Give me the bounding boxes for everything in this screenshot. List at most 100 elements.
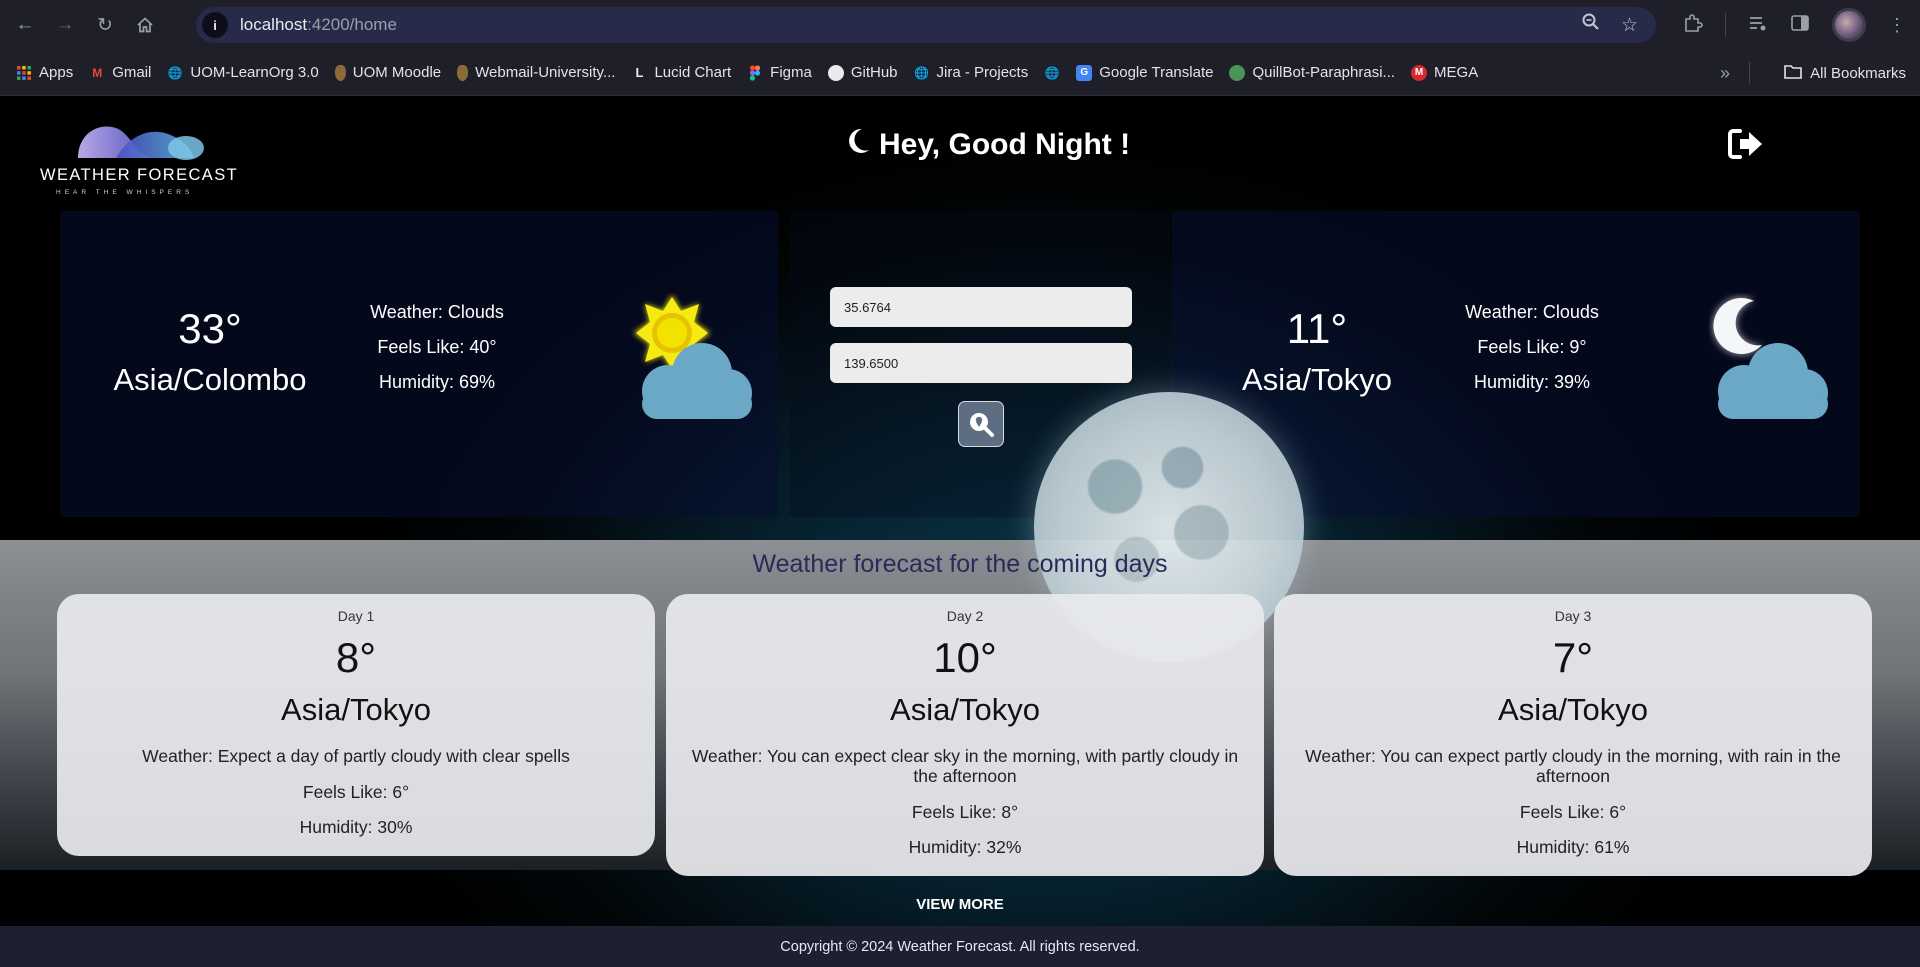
url-host: localhost bbox=[240, 15, 308, 34]
app-logo[interactable]: WEATHER FORECAST HEAR THE WHISPERS bbox=[36, 114, 239, 200]
divider bbox=[1749, 62, 1750, 84]
humidity-text: Humidity: 39% bbox=[1473, 372, 1591, 392]
bookmark-label: MEGA bbox=[1434, 64, 1479, 81]
forecast-feels-like: Feels Like: 8° bbox=[911, 802, 1019, 822]
forecast-humidity: Humidity: 30% bbox=[299, 817, 413, 837]
translate-icon: G bbox=[1076, 64, 1093, 81]
all-bookmarks-button[interactable]: All Bookmarks bbox=[1784, 50, 1906, 96]
forecast-temp: 10° bbox=[933, 634, 997, 681]
bookmark-webmail[interactable]: Webmail-University... bbox=[457, 64, 615, 81]
current-temp: 11° bbox=[1286, 305, 1348, 352]
weather-text: Weather: Clouds bbox=[1465, 302, 1599, 322]
bookmark-gmail[interactable]: M Gmail bbox=[89, 64, 151, 81]
bookmark-quillbot[interactable]: QuillBot-Paraphrasi... bbox=[1229, 64, 1395, 81]
bookmark-label: Lucid Chart bbox=[654, 64, 732, 81]
globe-icon: 🌐 bbox=[914, 65, 929, 80]
feels-like-text: Feels Like: 40° bbox=[377, 337, 497, 357]
bookmark-github[interactable]: GitHub bbox=[827, 64, 898, 81]
bookmark-apps[interactable]: Apps bbox=[16, 64, 73, 81]
forecast-city: Asia/Tokyo bbox=[1498, 692, 1648, 727]
logo-waves-icon bbox=[78, 126, 204, 160]
moon-cloud-icon bbox=[1713, 298, 1828, 419]
bookmark-google-translate[interactable]: G Google Translate bbox=[1076, 64, 1213, 81]
all-bookmarks-label: All Bookmarks bbox=[1810, 64, 1906, 82]
weather-text: Weather: Clouds bbox=[370, 302, 504, 322]
bookmark-label: UOM Moodle bbox=[352, 64, 442, 81]
bookmark-mega[interactable]: M MEGA bbox=[1411, 64, 1478, 81]
forecast-card: Day 2 10° Asia/Tokyo Weather: You can ex… bbox=[666, 594, 1264, 876]
current-city: Asia/Colombo bbox=[113, 362, 307, 397]
forecast-humidity: Humidity: 32% bbox=[908, 837, 1022, 857]
mega-icon: M bbox=[1411, 64, 1428, 81]
forecast-day: Day 2 bbox=[946, 608, 984, 624]
forecast-city: Asia/Tokyo bbox=[890, 692, 1040, 727]
sun-cloud-icon bbox=[634, 295, 752, 419]
bookmark-uom-moodle[interactable]: UOM Moodle bbox=[334, 64, 442, 81]
bookmark-unnamed[interactable]: 🌐 bbox=[1044, 65, 1060, 81]
bookmark-label: UOM-LearnOrg 3.0 bbox=[190, 64, 319, 81]
bookmark-label: Jira - Projects bbox=[936, 64, 1029, 81]
forecast-day: Day 3 bbox=[1554, 608, 1592, 624]
bookmark-label: Apps bbox=[39, 64, 74, 81]
logo-tagline: HEAR THE WHISPERS bbox=[56, 189, 194, 196]
apps-grid-icon bbox=[16, 65, 32, 81]
bookmark-star-icon[interactable]: ☆ bbox=[1621, 14, 1638, 37]
bookmark-label: Webmail-University... bbox=[475, 64, 616, 81]
reload-icon[interactable]: ↻ bbox=[90, 10, 120, 40]
forecast-city: Asia/Tokyo bbox=[281, 692, 431, 727]
current-details: Weather: Clouds Feels Like: 40° Humidity… bbox=[337, 295, 537, 400]
globe-icon: 🌐 bbox=[1044, 65, 1060, 80]
greeting-text: Hey, Good Night ! bbox=[879, 128, 1131, 161]
browser-toolbar: ← → ↻ i localhost:4200/home ☆ ⋮ bbox=[0, 0, 1920, 50]
github-icon bbox=[827, 64, 844, 81]
greeting-heading: Hey, Good Night ! bbox=[843, 126, 1130, 164]
profile-avatar[interactable] bbox=[1832, 8, 1866, 42]
gmail-icon: M bbox=[92, 65, 103, 80]
forecast-card: Day 1 8° Asia/Tokyo Weather: Expect a da… bbox=[57, 594, 655, 856]
current-city: Asia/Tokyo bbox=[1242, 362, 1392, 397]
zoom-icon[interactable] bbox=[1581, 12, 1601, 38]
uom-crest-icon bbox=[457, 64, 469, 81]
chrome-menu-icon[interactable]: ⋮ bbox=[1888, 15, 1906, 36]
site-info-icon[interactable]: i bbox=[202, 12, 228, 38]
bookmark-label: Figma bbox=[770, 64, 812, 81]
bookmark-jira[interactable]: 🌐 Jira - Projects bbox=[914, 64, 1029, 81]
bookmark-lucid-chart[interactable]: L Lucid Chart bbox=[631, 64, 731, 81]
weather-page: WEATHER FORECAST HEAR THE WHISPERS Hey, … bbox=[0, 96, 1920, 967]
logout-icon[interactable] bbox=[1726, 126, 1766, 162]
divider bbox=[1725, 13, 1726, 37]
home-glyph bbox=[137, 17, 153, 33]
forecast-humidity: Humidity: 61% bbox=[1516, 837, 1630, 857]
address-bar[interactable]: i localhost:4200/home ☆ bbox=[196, 7, 1656, 43]
view-more-button[interactable]: VIEW MORE bbox=[0, 896, 1920, 913]
quillbot-icon bbox=[1229, 64, 1246, 81]
forecast-temp: 7° bbox=[1552, 634, 1594, 681]
forecast-weather: Weather: Expect a day of partly cloudy w… bbox=[142, 746, 570, 766]
lucid-icon: L bbox=[635, 65, 644, 80]
more-bookmarks-chevron-icon[interactable]: » bbox=[1720, 50, 1730, 96]
logo-title: WEATHER FORECAST bbox=[40, 166, 239, 184]
current-temp: 33° bbox=[178, 305, 242, 352]
bookmark-figma[interactable]: Figma bbox=[747, 64, 812, 81]
longitude-input[interactable] bbox=[830, 343, 1132, 383]
forecast-heading: Weather forecast for the coming days bbox=[752, 550, 1168, 578]
bookmark-label: Gmail bbox=[112, 64, 152, 81]
back-arrow-icon[interactable]: ← bbox=[10, 10, 40, 40]
extensions-icon[interactable] bbox=[1683, 13, 1703, 38]
footer: Copyright © 2024 Weather Forecast. All r… bbox=[0, 926, 1920, 967]
search-button[interactable] bbox=[958, 401, 1004, 447]
feels-like-text: Feels Like: 9° bbox=[1477, 337, 1587, 357]
side-panel-icon[interactable] bbox=[1790, 13, 1810, 38]
globe-icon: 🌐 bbox=[167, 65, 183, 80]
humidity-text: Humidity: 69% bbox=[378, 372, 496, 392]
bookmark-label: GitHub bbox=[850, 64, 898, 81]
forward-arrow-icon[interactable]: → bbox=[50, 10, 80, 40]
latitude-input[interactable] bbox=[830, 287, 1132, 327]
media-queue-icon[interactable] bbox=[1748, 13, 1768, 38]
forecast-day: Day 1 bbox=[337, 608, 375, 624]
current-weather-card-left: 33° Asia/Colombo Weather: Clouds Feels L… bbox=[60, 211, 778, 517]
url-text[interactable]: localhost:4200/home bbox=[240, 15, 397, 35]
home-icon[interactable] bbox=[130, 10, 160, 40]
figma-icon bbox=[747, 64, 763, 81]
bookmark-uom-learnorg[interactable]: 🌐 UOM-LearnOrg 3.0 bbox=[167, 64, 319, 81]
